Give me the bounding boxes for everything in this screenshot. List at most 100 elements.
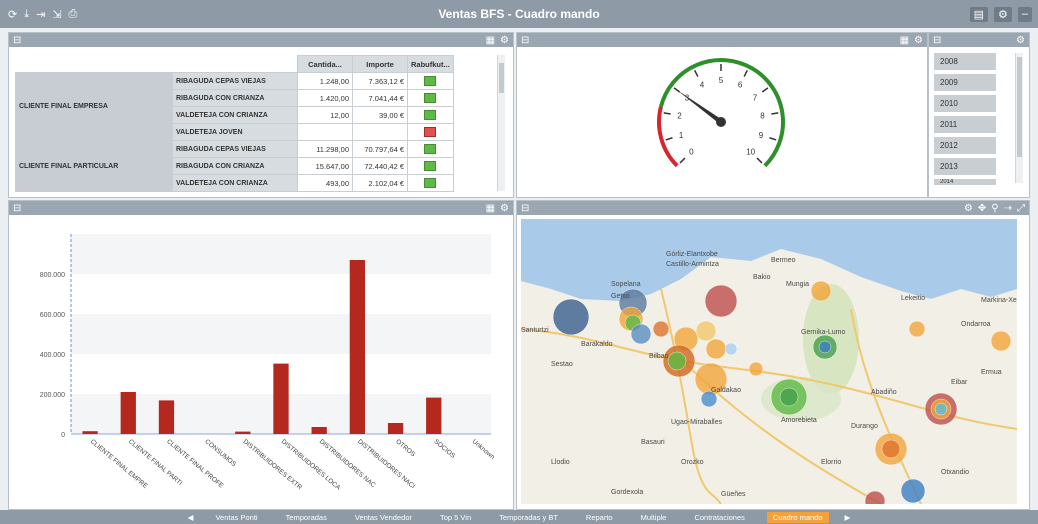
tab-ventas-vendedor[interactable]: Ventas Vendedor: [349, 512, 418, 523]
map-bubble: [695, 320, 717, 342]
gauge-needle: [675, 89, 721, 125]
tab-cuadro-mando[interactable]: Cuadro mando: [766, 511, 829, 523]
tab-contrataciones[interactable]: Contrataciones: [688, 512, 750, 523]
toolbar: ⟳ ⤓ ⇥ ⇲ ⎙: [0, 8, 77, 21]
map-bubble: [667, 351, 687, 371]
gear-icon[interactable]: ⚙: [914, 35, 923, 46]
grid-icon[interactable]: ▦: [486, 203, 495, 214]
zoom-icon[interactable]: ⚲: [991, 203, 998, 214]
grid-icon[interactable]: ▦: [486, 35, 495, 46]
tab-top5[interactable]: Top 5 Vin: [434, 512, 477, 523]
grid-icon[interactable]: ▦: [900, 35, 909, 46]
gear-icon[interactable]: ⚙: [500, 35, 509, 46]
gauge-tick: [663, 112, 671, 115]
map-place-label: Ermua: [981, 369, 1002, 376]
x-tick-label: OTROS: [394, 438, 417, 459]
year-item[interactable]: 2012: [934, 137, 996, 154]
panel-menu-icon[interactable]: ⊟: [13, 203, 21, 214]
minimize-icon[interactable]: –: [1017, 6, 1032, 22]
scroll-thumb[interactable]: [499, 63, 504, 93]
map-place-label: Sestao: [551, 361, 573, 368]
y-tick-label: 800.000: [40, 272, 65, 279]
year-panel-header: ⊟ ⚙: [929, 33, 1029, 47]
gear-icon[interactable]: ⚙: [1016, 35, 1025, 46]
gear-icon[interactable]: ⚙: [964, 203, 973, 214]
gauge-tick: [743, 69, 748, 77]
panel-menu-icon[interactable]: ⊟: [933, 35, 941, 46]
map-place-label: Galdakao: [711, 387, 741, 394]
map-place-label: Gernika-Lumo: [801, 329, 846, 336]
cell-cantidad: [297, 123, 353, 141]
status-green-icon: [424, 110, 437, 120]
bar: [273, 363, 289, 434]
map-panel: ⊟ ⚙ ✥ ⚲ ⇢ ⤢ Górliz-Elantxobe Castillo-Arm…: [516, 200, 1030, 510]
fit-icon[interactable]: ⤢: [1017, 203, 1025, 214]
print-icon[interactable]: ⎙: [69, 8, 78, 21]
y-tick-label: 200.000: [40, 392, 65, 399]
tab-prev-icon[interactable]: ◀: [188, 513, 194, 522]
col-header[interactable]: Cantida...: [297, 55, 353, 73]
window-controls: ▤ ⚙ –: [969, 6, 1032, 22]
pivot-scrollbar[interactable]: [497, 55, 505, 191]
year-item[interactable]: 2010: [934, 95, 996, 112]
col-header[interactable]: Importe: [352, 55, 408, 73]
bar: [311, 427, 327, 434]
map-place-label: Durango: [851, 423, 878, 430]
year-item[interactable]: 2014: [934, 179, 996, 185]
grid-band: [71, 274, 491, 314]
map-place-label: Santurtzi: [521, 327, 549, 334]
settings-icon[interactable]: ⚙: [994, 6, 1012, 22]
map-place-label: Basauri: [641, 439, 665, 446]
year-item[interactable]: 2013: [934, 158, 996, 175]
gear-icon[interactable]: ⚙: [500, 203, 509, 214]
map-place-label: Castillo-Armintza: [666, 261, 719, 268]
status-green-icon: [424, 144, 437, 154]
col-header[interactable]: Rabufkut...: [407, 55, 454, 73]
map-bubble: [779, 387, 799, 407]
tab-temporadas-bt[interactable]: Temporadas y BT: [493, 512, 564, 523]
arrow-icon[interactable]: ⇢: [1004, 203, 1012, 214]
pivot-panel: ⊟ ▦ ⚙ Cantida... Importe Rabufkut... CLIE…: [8, 32, 514, 198]
gauge-hub: [716, 117, 726, 127]
year-item[interactable]: 2011: [934, 116, 996, 133]
cell-cantidad: 12,00: [297, 106, 353, 124]
status-cell: [407, 106, 454, 124]
x-tick-label: Unknown: [471, 438, 497, 461]
tab-next-icon[interactable]: ▶: [845, 513, 851, 522]
year-scrollbar[interactable]: [1015, 53, 1023, 183]
pan-icon[interactable]: ✥: [978, 203, 986, 214]
map-place-label: Elorrio: [821, 459, 842, 466]
tab-ventas-ponti[interactable]: Ventas Ponti: [209, 512, 263, 523]
year-item[interactable]: 2008: [934, 53, 996, 70]
window-titlebar: ⟳ ⤓ ⇥ ⇲ ⎙ Ventas BFS - Cuadro mando ▤ ⚙ …: [0, 0, 1038, 28]
map-bubble: [990, 330, 1012, 352]
download-icon[interactable]: ⤓: [24, 8, 29, 21]
map-bubble: [704, 284, 738, 318]
map-place-label: Ugao-Miraballes: [671, 419, 722, 426]
panel-menu-icon[interactable]: ⊟: [521, 35, 529, 46]
scroll-thumb[interactable]: [1017, 57, 1022, 157]
status-cell: [407, 174, 454, 192]
tab-temporadas[interactable]: Temporadas: [280, 512, 333, 523]
gauge-tick-label: 9: [759, 131, 764, 140]
map-place-label: Orozko: [681, 459, 704, 466]
bubble-map[interactable]: Górliz-Elantxobe Castillo-Armintza Bermeo B…: [521, 219, 1017, 504]
map-bubble: [881, 439, 901, 459]
tab-reparto[interactable]: Reparto: [580, 512, 619, 523]
import-icon[interactable]: ⇥: [36, 8, 45, 21]
layout-icon[interactable]: ▤: [969, 6, 988, 22]
refresh-icon[interactable]: ⟳: [8, 8, 17, 21]
status-cell: [407, 89, 454, 107]
export-icon[interactable]: ⇲: [52, 8, 61, 21]
map-place-label: Otxandio: [941, 469, 970, 476]
panel-menu-icon[interactable]: ⊟: [13, 35, 21, 46]
map-bubble: [724, 342, 738, 356]
panel-menu-icon[interactable]: ⊟: [521, 203, 529, 214]
grid-band: [71, 314, 491, 354]
tab-multiple[interactable]: Multiple: [635, 512, 673, 523]
status-cell: [407, 157, 454, 175]
gauge-tick-label: 4: [700, 81, 705, 90]
cell-importe: 7.363,12 €: [352, 72, 408, 90]
status-red-icon: [424, 127, 437, 137]
year-item[interactable]: 2009: [934, 74, 996, 91]
